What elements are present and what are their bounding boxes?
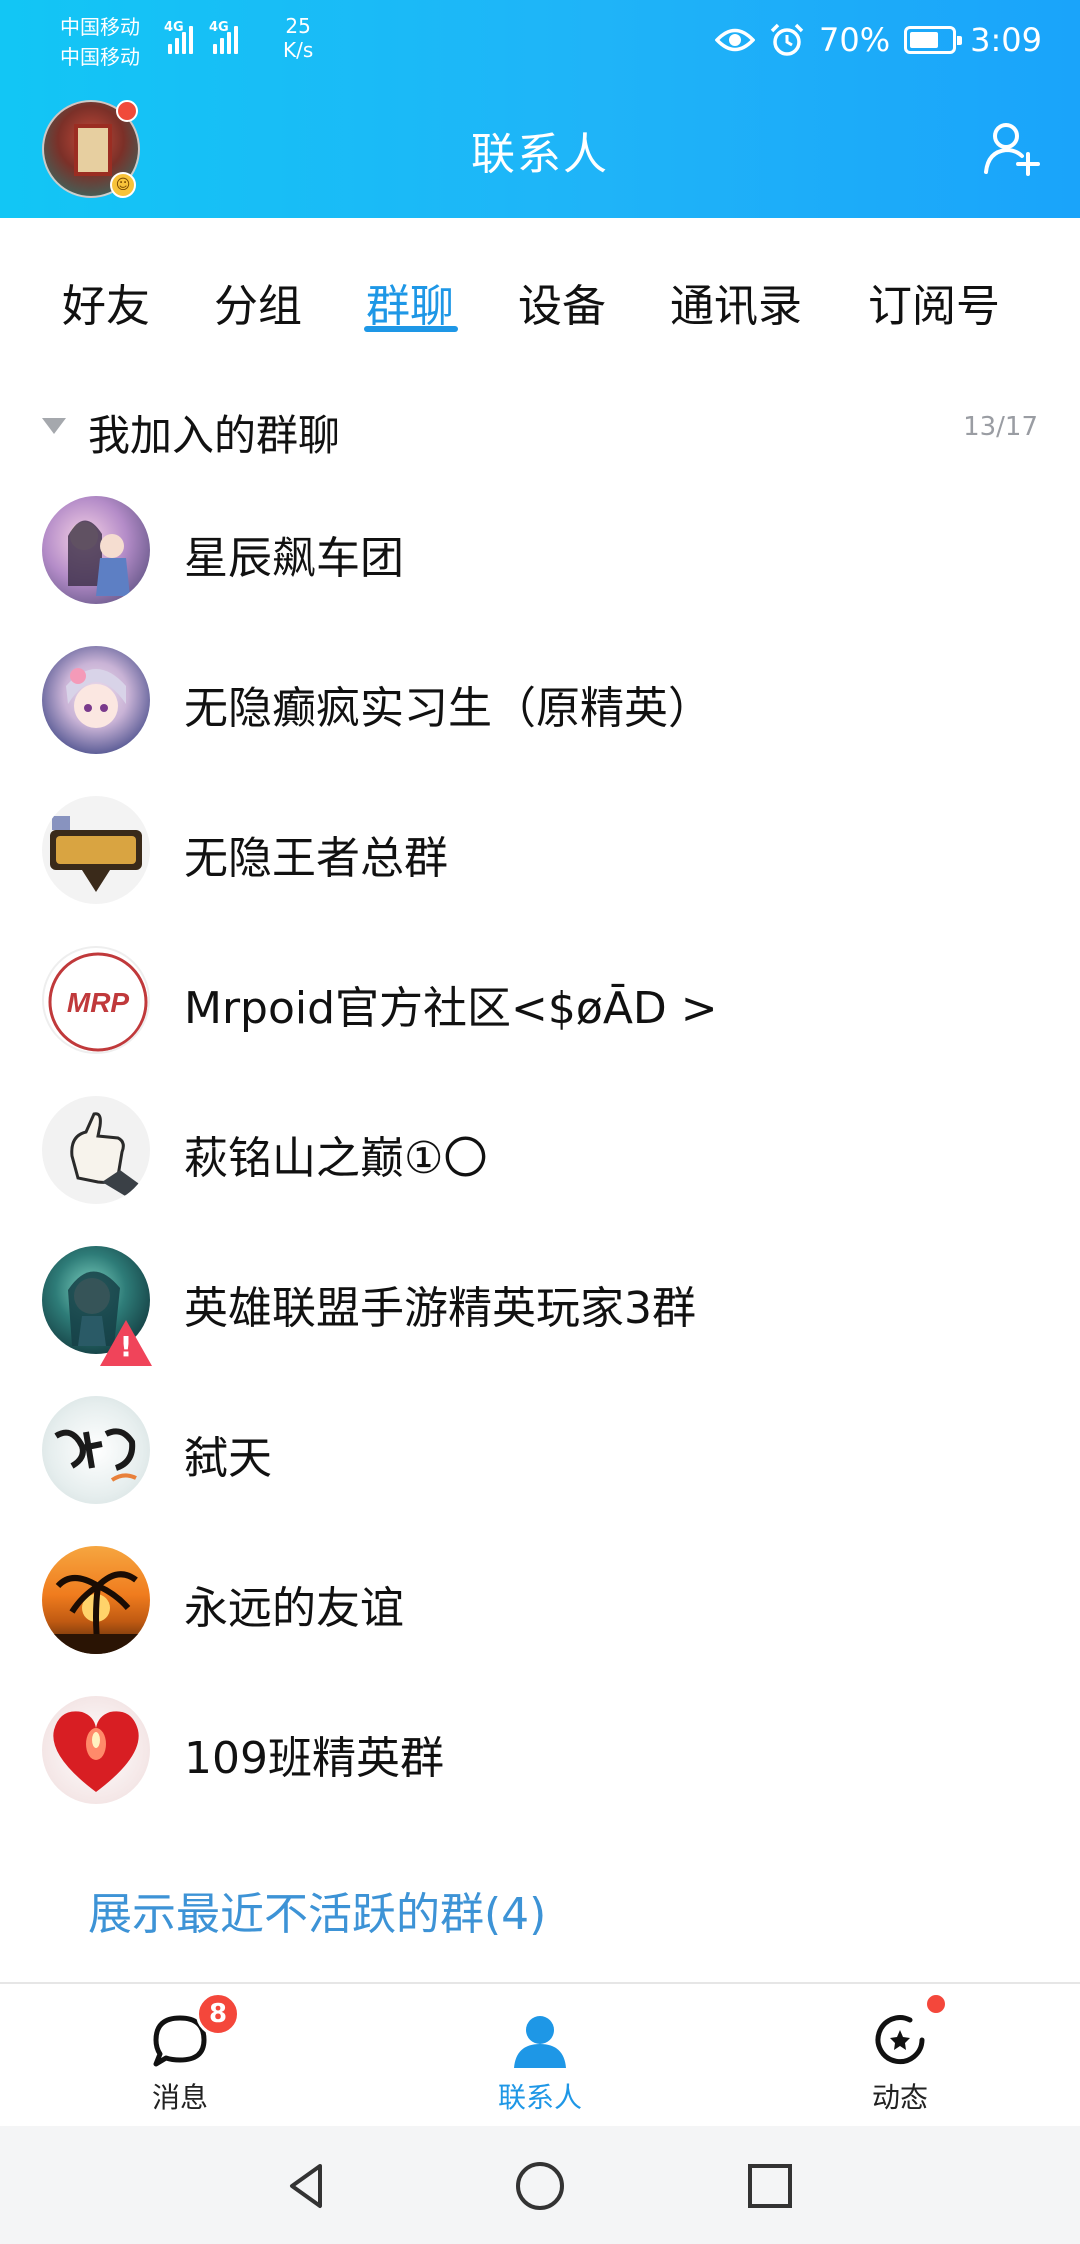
signal-icon-1: 4G xyxy=(164,20,193,54)
list-item[interactable]: 弑天 xyxy=(0,1374,1080,1524)
notification-dot xyxy=(924,1992,948,2016)
tab-friends[interactable]: 好友 xyxy=(62,270,150,334)
unread-badge: 8 xyxy=(196,1992,240,2036)
list-item[interactable]: 萩铭山之巅①〇 xyxy=(0,1074,1080,1224)
tab-address-book[interactable]: 通讯录 xyxy=(670,270,802,334)
header: 中国移动 中国移动 4G 4G 25 K/s 70% 3:09 ☺ 联系人 xyxy=(0,0,1080,218)
home-icon[interactable] xyxy=(512,2158,568,2214)
nav-label: 消息 xyxy=(151,2081,208,2114)
person-icon xyxy=(514,2016,566,2068)
group-name: 109班精英群 xyxy=(184,1733,444,1784)
star-refresh-icon xyxy=(875,2015,925,2065)
group-name: 永远的友谊 xyxy=(184,1583,404,1634)
group-section-header[interactable]: 我加入的群聊 13/17 xyxy=(0,398,1080,460)
group-name: 萩铭山之巅①〇 xyxy=(184,1133,488,1184)
carrier-1: 中国移动 xyxy=(60,15,140,39)
show-inactive-groups-link[interactable]: 展示最近不活跃的群(4) xyxy=(88,1878,546,1942)
carrier-2: 中国移动 xyxy=(60,45,140,69)
nav-item-contacts[interactable]: 联系人 xyxy=(440,1984,640,2128)
list-item[interactable]: ! 英雄联盟手游精英玩家3群 xyxy=(0,1224,1080,1374)
section-title: 我加入的群聊 xyxy=(88,411,341,460)
nav-item-messages[interactable]: 8 消息 xyxy=(80,1984,280,2128)
nav-item-moments[interactable]: 动态 xyxy=(800,1984,1000,2128)
list-item[interactable]: 无隐王者总群 xyxy=(0,774,1080,924)
tab-groups[interactable]: 分组 xyxy=(214,270,302,334)
group-name: 无隐王者总群 xyxy=(184,833,448,884)
battery-icon xyxy=(904,26,963,54)
list-item[interactable]: MRP Mrpoid官方社区<$øĀD > xyxy=(0,924,1080,1074)
red-heart-avatar xyxy=(42,1696,150,1804)
nav-label: 动态 xyxy=(871,2081,928,2114)
anime-girl-avatar xyxy=(42,646,150,754)
network-speed: 25 K/s xyxy=(283,14,314,62)
battery-percent: 70% xyxy=(819,21,891,59)
add-person-icon[interactable] xyxy=(982,118,1042,178)
tab-group-chats[interactable]: 群聊 xyxy=(366,270,454,334)
clock: 3:09 xyxy=(970,21,1042,59)
mrp-logo-avatar: MRP xyxy=(42,946,150,1054)
tab-devices[interactable]: 设备 xyxy=(518,270,606,334)
anime-girls-avatar xyxy=(42,496,150,604)
battery-fill xyxy=(910,32,939,48)
caret-down-icon xyxy=(42,418,66,434)
svg-text:MRP: MRP xyxy=(67,987,130,1018)
group-name: 弑天 xyxy=(184,1433,272,1484)
list-item[interactable]: 无隐癫疯实习生（原精英） xyxy=(0,624,1080,774)
list-item[interactable]: 109班精英群 xyxy=(0,1674,1080,1824)
group-name: 英雄联盟手游精英玩家3群 xyxy=(184,1283,696,1334)
calligraphy-avatar xyxy=(42,1396,150,1504)
nav-label: 联系人 xyxy=(497,2081,582,2114)
alarm-icon xyxy=(770,23,804,56)
active-tab-indicator xyxy=(364,326,458,332)
list-item[interactable]: 永远的友谊 xyxy=(0,1524,1080,1674)
signal-icons: 4G 4G xyxy=(164,20,238,54)
status-bar: 中国移动 中国移动 4G 4G 25 K/s 70% 3:09 xyxy=(0,0,1080,80)
group-name: Mrpoid官方社区<$øĀD > xyxy=(184,983,718,1034)
group-name: 无隐癫疯实习生（原精英） xyxy=(184,683,712,734)
carrier-labels: 中国移动 中国移动 xyxy=(60,12,140,72)
page-title: 联系人 xyxy=(471,129,609,180)
eye-icon xyxy=(715,28,756,52)
system-navigation-bar xyxy=(0,2126,1080,2244)
back-icon[interactable] xyxy=(280,2158,336,2214)
game-logo-avatar xyxy=(42,796,150,904)
recents-icon[interactable] xyxy=(742,2158,798,2214)
tab-subscriptions[interactable]: 订阅号 xyxy=(868,270,1000,334)
status-right: 70% 3:09 xyxy=(715,16,1042,64)
thumbs-up-avatar xyxy=(42,1096,150,1204)
group-name: 星辰飙车团 xyxy=(184,533,404,584)
contact-tabs: 好友 分组 群聊 设备 通讯录 订阅号 xyxy=(0,218,1080,348)
sunset-palm-avatar xyxy=(42,1546,150,1654)
signal-icon-2: 4G xyxy=(209,20,238,54)
list-item[interactable]: 星辰飙车团 xyxy=(0,474,1080,624)
group-count: 13/17 xyxy=(963,412,1038,442)
bottom-nav: 8 消息 联系人 动态 xyxy=(0,1982,1080,2126)
